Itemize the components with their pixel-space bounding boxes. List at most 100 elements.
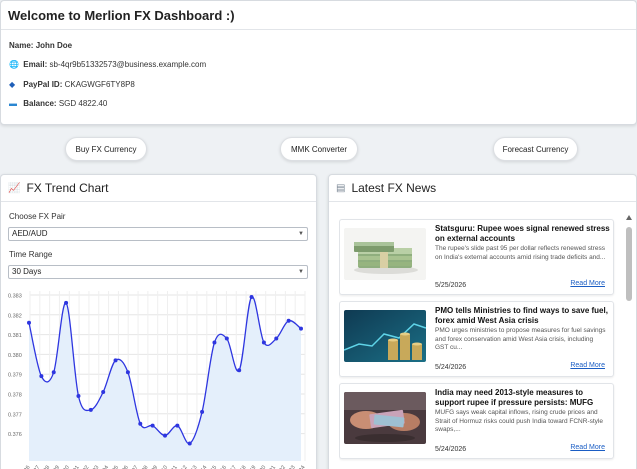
fx-trend-title: FX Trend Chart	[26, 181, 109, 195]
paypal-value: CKAGWGF6TY8P8	[64, 80, 135, 89]
data-point	[261, 340, 266, 345]
y-tick-label: 0.383	[8, 294, 22, 300]
news-scrollbar[interactable]	[625, 215, 633, 469]
news-list[interactable]: Statsguru: Rupee woes signal renewed str…	[339, 213, 621, 469]
x-tick-label: -03	[91, 465, 100, 469]
range-select[interactable]: 30 Days ▼	[8, 265, 308, 279]
x-tick-label: -28	[42, 465, 51, 469]
chart-icon: 📈	[8, 182, 21, 194]
pair-select-value: AED/AUD	[12, 229, 48, 238]
balance-row: ▬ Balance: SGD 4822.40	[9, 99, 107, 108]
news-title: Statsguru: Rupee woes signal renewed str…	[435, 224, 610, 243]
buy-fx-button[interactable]: Buy FX Currency	[65, 137, 147, 161]
x-tick-label: -05	[111, 465, 120, 469]
data-point	[101, 390, 106, 395]
email-row: 🌐 Email: sb-4qr9b51332573@business.examp…	[9, 60, 206, 69]
news-thumbnail-hands-money	[344, 392, 426, 444]
y-tick-label: 0.377	[8, 412, 22, 418]
data-point	[175, 423, 180, 428]
shield-icon: ◆	[9, 80, 16, 89]
fx-news-divider	[329, 201, 636, 202]
news-title: PMO tells Ministries to find ways to sav…	[435, 306, 608, 325]
data-point	[138, 421, 143, 426]
x-tick-label: -13	[189, 465, 198, 469]
news-date: 5/24/2026	[435, 446, 467, 453]
data-point	[237, 368, 242, 373]
read-more-link[interactable]: Read More	[570, 280, 605, 287]
pair-select[interactable]: AED/AUD ▼	[8, 227, 308, 241]
y-tick-label: 0.376	[8, 432, 22, 438]
data-point	[187, 441, 192, 446]
x-tick-label: -29	[52, 465, 61, 469]
range-select-value: 30 Days	[12, 267, 42, 276]
read-more-link[interactable]: Read More	[570, 444, 605, 451]
fx-news-header: ▤ Latest FX News	[336, 181, 436, 195]
fx-news-title: Latest FX News	[351, 181, 437, 195]
pair-label: Choose FX Pair	[9, 212, 66, 221]
welcome-title: Welcome to Merlion FX Dashboard :)	[8, 8, 235, 23]
news-date: 5/24/2026	[435, 364, 467, 371]
news-description: PMO urges ministries to propose measures…	[435, 327, 606, 351]
x-tick-label: -08	[140, 465, 149, 469]
range-label: Time Range	[9, 250, 53, 259]
y-tick-label: 0.380	[8, 353, 22, 359]
x-tick-label: -06	[120, 465, 129, 469]
x-tick-label: -17	[228, 465, 237, 469]
data-point	[76, 393, 81, 398]
x-tick-label: -09	[150, 465, 159, 469]
balance-label: Balance:	[23, 99, 57, 108]
chevron-down-icon: ▼	[298, 269, 304, 275]
news-thumbnail-coins-chart	[344, 310, 426, 362]
x-tick-label: -07	[130, 465, 139, 469]
x-tick-label: -30	[61, 465, 70, 469]
data-point	[224, 336, 229, 341]
x-tick-label: -14	[199, 465, 208, 469]
newspaper-icon: ▤	[336, 182, 346, 194]
data-point	[51, 370, 56, 375]
x-tick-label: -22	[278, 465, 287, 469]
x-tick-label: -01	[71, 465, 80, 469]
news-thumbnail-cash-stack	[344, 228, 426, 280]
data-point	[125, 370, 130, 375]
y-tick-label: 0.378	[8, 393, 22, 399]
data-point	[200, 409, 205, 414]
x-tick-label: -02	[81, 465, 90, 469]
globe-icon: 🌐	[9, 60, 19, 69]
x-tick-label: -24	[297, 465, 306, 469]
x-tick-label: -11	[170, 465, 179, 469]
data-point	[88, 407, 93, 412]
news-item: PMO tells Ministries to find ways to sav…	[339, 301, 614, 377]
forecast-currency-button[interactable]: Forecast Currency	[493, 137, 578, 161]
scroll-up-arrow-icon[interactable]	[626, 215, 632, 220]
read-more-link[interactable]: Read More	[570, 362, 605, 369]
data-point	[163, 433, 167, 438]
y-tick-label: 0.382	[8, 313, 22, 319]
scrollbar-thumb[interactable]	[626, 227, 632, 301]
data-point	[212, 340, 217, 345]
y-tick-label: 0.381	[8, 333, 22, 339]
mmk-converter-button[interactable]: MMK Converter	[280, 137, 358, 161]
x-tick-label: -27	[32, 465, 41, 469]
x-tick-label: -26	[22, 465, 31, 469]
name-value: John Doe	[35, 41, 73, 50]
name-row: Name: John Doe	[9, 41, 72, 50]
y-tick-label: 0.379	[8, 373, 22, 379]
welcome-card: Welcome to Merlion FX Dashboard :) Name:…	[0, 0, 637, 125]
data-point	[39, 374, 44, 379]
x-tick-label: -20	[258, 465, 267, 469]
credit-card-icon: ▬	[9, 99, 17, 108]
x-tick-label: -18	[238, 465, 247, 469]
chevron-down-icon: ▼	[298, 231, 304, 237]
x-tick-label: -04	[101, 465, 110, 469]
x-tick-label: -23	[287, 465, 296, 469]
x-tick-label: -15	[209, 465, 218, 469]
paypal-label: PayPal ID:	[23, 80, 63, 89]
x-tick-label: -21	[268, 465, 277, 469]
name-label: Name:	[9, 41, 34, 50]
x-tick-label: -19	[248, 465, 257, 469]
data-point	[64, 300, 69, 305]
paypal-row: ◆ PayPal ID: CKAGWGF6TY8P8	[9, 80, 135, 89]
data-point	[27, 320, 31, 325]
data-point	[113, 358, 118, 363]
x-tick-label: -12	[179, 465, 188, 469]
